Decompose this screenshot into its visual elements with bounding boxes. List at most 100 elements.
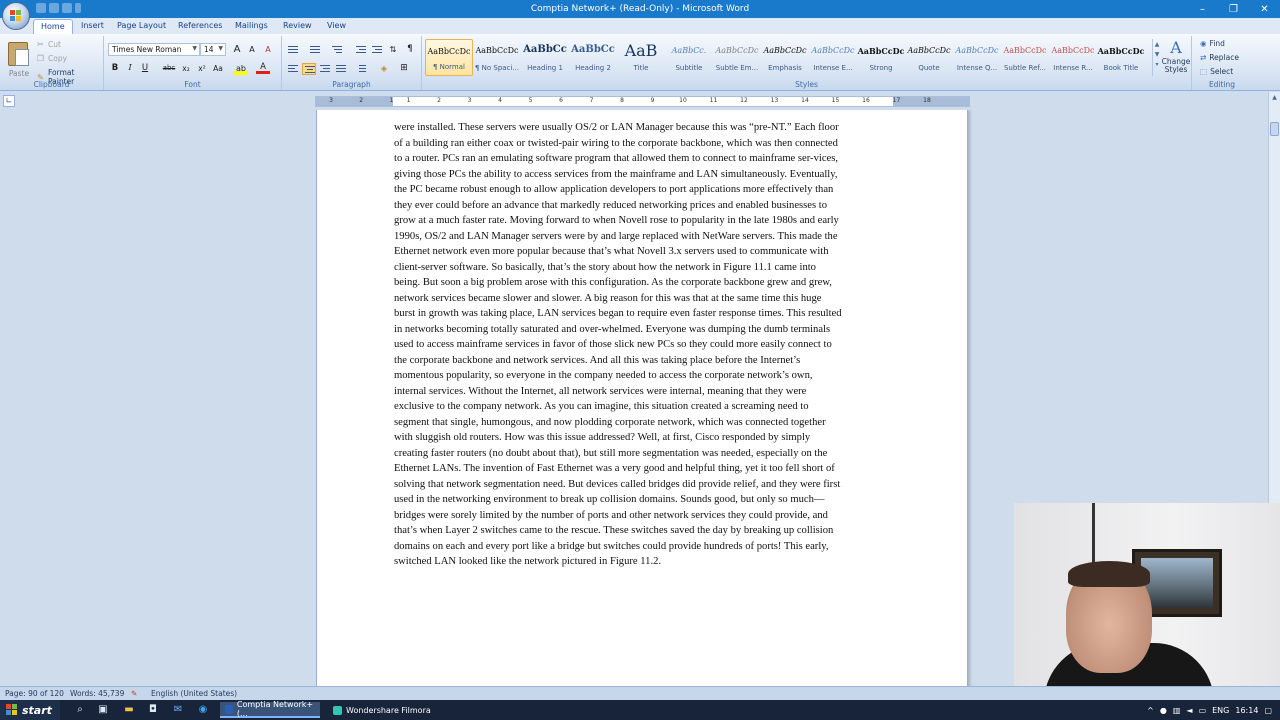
search-icon[interactable]: ⌕ (74, 704, 86, 716)
show-formatting-icon[interactable]: ¶ (403, 43, 417, 56)
align-right-icon[interactable] (318, 63, 332, 75)
style-item[interactable]: AaBbCc. Subtitle (665, 39, 713, 76)
horizontal-ruler[interactable]: 3 2 1 1 2 3 4 5 6 7 8 9 10 11 12 13 14 15 16 17 18 (315, 96, 970, 107)
style-item[interactable]: AaBbCcDc Intense Q... (953, 39, 1001, 76)
microphone-icon[interactable]: ● (1160, 706, 1167, 715)
text-line[interactable]: in networks becoming totally saturated a… (394, 322, 894, 338)
gallery-scroll[interactable]: ▲ ▼ ▾ (1152, 39, 1161, 76)
scroll-up-icon[interactable]: ▲ (1269, 92, 1280, 104)
language-indicator[interactable]: English (United States) (151, 689, 237, 698)
scroll-thumb[interactable] (1270, 122, 1279, 136)
underline-button[interactable]: U (138, 62, 152, 75)
paste-button[interactable]: Paste (6, 40, 32, 78)
bullets-icon[interactable] (286, 44, 300, 56)
style-item[interactable]: AaB Title (617, 39, 665, 76)
text-line[interactable]: domains on each and every port like a br… (394, 539, 894, 555)
style-item[interactable]: AaBbCcDc Subtle Em... (713, 39, 761, 76)
bold-button[interactable]: B (108, 62, 122, 75)
font-color-icon[interactable]: A (256, 62, 270, 74)
network-icon[interactable]: ▥ (1173, 706, 1181, 715)
text-line[interactable]: internal services. Without the Internet,… (394, 384, 894, 400)
text-line[interactable]: used to access mainframe services in fav… (394, 337, 894, 353)
text-line[interactable]: Ethernet network even more popular becau… (394, 244, 894, 260)
style-item[interactable]: AaBbCcDc ¶ Normal (425, 39, 473, 76)
input-language[interactable]: ENG (1212, 706, 1229, 715)
volume-icon[interactable]: ◄ (1186, 706, 1192, 715)
text-line[interactable]: burst in growth was taking place, LAN se… (394, 306, 894, 322)
tab-review[interactable]: Review (276, 19, 319, 34)
minimize-button[interactable]: – (1187, 0, 1218, 18)
font-name-select[interactable]: Times New Roman ▼ (108, 43, 200, 56)
document-body[interactable]: were installed. These servers were usual… (394, 120, 894, 570)
text-line[interactable]: network services became slower and slowe… (394, 291, 894, 307)
text-line[interactable]: being. But soon a big problem arose with… (394, 275, 894, 291)
sort-icon[interactable]: ⇅ (386, 43, 400, 56)
strikethrough-button[interactable]: abc (160, 62, 178, 75)
tab-view[interactable]: View (320, 19, 353, 34)
text-line[interactable]: bridges were sorely limited by the numbe… (394, 508, 894, 524)
style-item[interactable]: AaBbCcDc Intense R... (1049, 39, 1097, 76)
replace-button[interactable]: ⇄ Replace (1200, 53, 1239, 62)
start-button[interactable]: start (0, 700, 60, 720)
multilevel-list-icon[interactable] (330, 44, 344, 56)
text-line[interactable]: to a router. PCs ran an emulating softwa… (394, 151, 894, 167)
document-page[interactable]: were installed. These servers were usual… (316, 110, 968, 686)
tab-home[interactable]: Home (33, 19, 73, 34)
increase-indent-icon[interactable] (370, 44, 384, 56)
more-icon[interactable]: ▾ (1153, 61, 1161, 68)
align-center-icon[interactable] (302, 63, 316, 75)
clear-formatting-button[interactable]: A (261, 43, 275, 56)
style-item[interactable]: AaBbCcDc Quote (905, 39, 953, 76)
text-line[interactable]: solving that network segmentation need. … (394, 477, 894, 493)
style-item[interactable]: AaBbCcDc Book Title (1097, 39, 1145, 76)
text-line[interactable]: that’s when Layer 2 switches came to the… (394, 523, 894, 539)
cut-button[interactable]: ✂ Cut (36, 40, 61, 49)
folder-icon[interactable]: ▬ (123, 704, 135, 716)
taskbar-item-filmora[interactable]: Wondershare Filmora (328, 702, 438, 718)
style-item[interactable]: AaBbCc Heading 1 (521, 39, 569, 76)
find-button[interactable]: ◉ Find (1200, 39, 1225, 48)
word-count[interactable]: Words: 45,739 (70, 689, 124, 698)
shrink-font-button[interactable]: A (245, 43, 259, 56)
mail-icon[interactable]: ✉ (172, 704, 184, 716)
style-item[interactable]: AaBbCcDc Subtle Ref... (1001, 39, 1049, 76)
line-spacing-icon[interactable] (354, 63, 368, 75)
text-line[interactable]: 1990s, OS/2 and LAN Manager servers were… (394, 229, 894, 245)
font-size-select[interactable]: 14 ▼ (200, 43, 226, 56)
style-item[interactable]: AaBbCcDc Emphasis (761, 39, 809, 76)
tab-mailings[interactable]: Mailings (228, 19, 275, 34)
text-line[interactable]: creating faster routers (no doubt about … (394, 446, 894, 462)
text-line[interactable]: of a building ran either coax or twisted… (394, 136, 894, 152)
style-item[interactable]: AaBbCcDc Strong (857, 39, 905, 76)
text-line[interactable]: grow at a much faster rate. Moving forwa… (394, 213, 894, 229)
chevron-up-icon[interactable]: ^ (1147, 706, 1154, 715)
decrease-indent-icon[interactable] (354, 44, 368, 56)
text-line[interactable]: switched LAN looked like the network pic… (394, 554, 894, 570)
store-icon[interactable]: ◘ (147, 704, 159, 716)
page-count[interactable]: Page: 90 of 120 (5, 689, 64, 698)
browser-icon[interactable]: ◉ (197, 704, 209, 716)
text-line[interactable]: Ethernet LANs. The invention of Fast Eth… (394, 461, 894, 477)
office-button[interactable] (2, 2, 30, 30)
restore-button[interactable]: ❐ (1218, 0, 1249, 18)
borders-icon[interactable]: ⊞ (397, 62, 411, 75)
close-button[interactable]: ✕ (1249, 0, 1280, 18)
tab-page-layout[interactable]: Page Layout (110, 19, 173, 34)
tab-selector-icon[interactable]: ∟ (3, 95, 15, 107)
text-line[interactable]: exclusive to the company network. As you… (394, 399, 894, 415)
tab-references[interactable]: References (171, 19, 229, 34)
highlight-icon[interactable]: ab (234, 62, 248, 75)
chevron-down-icon[interactable]: ▼ (1153, 51, 1161, 58)
taskbar-item-word[interactable]: Comptia Network+ (... (220, 700, 320, 718)
justify-icon[interactable] (334, 63, 348, 75)
style-item[interactable]: AaBbCc Heading 2 (569, 39, 617, 76)
copy-button[interactable]: ❐ Copy (36, 54, 67, 63)
grow-font-button[interactable]: A (230, 43, 244, 56)
chevron-up-icon[interactable]: ▲ (1153, 41, 1161, 48)
tab-insert[interactable]: Insert (74, 19, 111, 34)
superscript-button[interactable]: x² (195, 62, 209, 75)
clock[interactable]: 16:14 (1235, 706, 1258, 715)
style-item[interactable]: AaBbCcDc Intense E... (809, 39, 857, 76)
text-line[interactable]: with sluggish old routers. How was this … (394, 430, 894, 446)
numbering-icon[interactable] (308, 44, 322, 56)
